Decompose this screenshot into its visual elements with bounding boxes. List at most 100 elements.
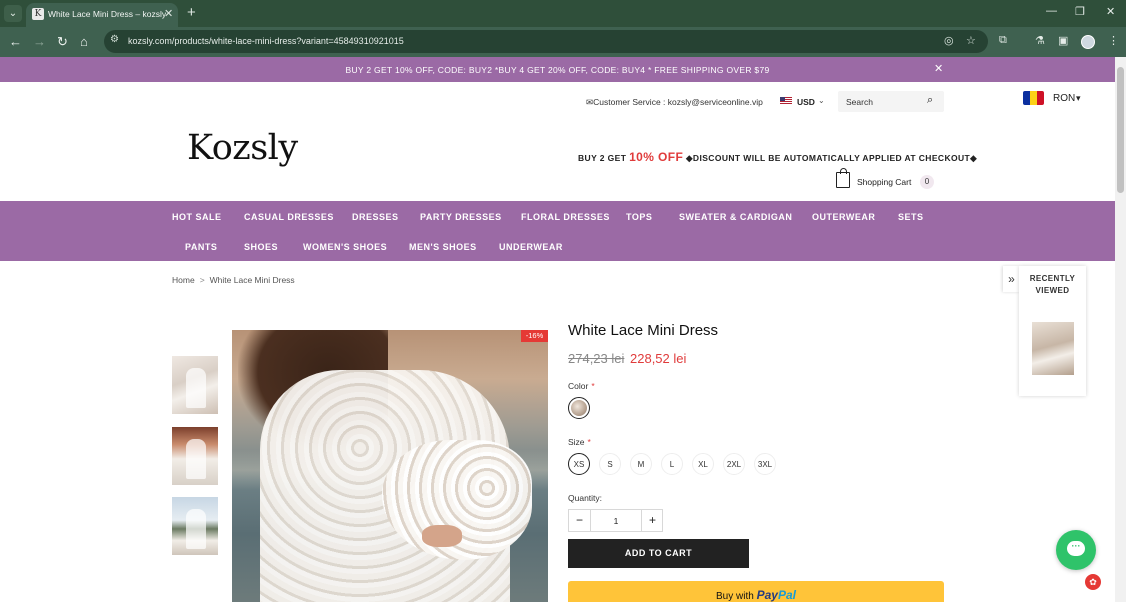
reload-icon[interactable]: ↻ xyxy=(57,34,68,49)
site-info-icon[interactable]: ⚙ xyxy=(110,34,119,45)
cart-count-badge: 0 xyxy=(920,175,934,189)
shopping-bag-icon[interactable] xyxy=(836,168,850,188)
nav-item-underwear[interactable]: UNDERWEAR xyxy=(499,242,563,252)
checkout-note-suffix: ◆DISCOUNT WILL BE AUTOMATICALLY APPLIED … xyxy=(683,153,978,163)
main-product-image[interactable] xyxy=(232,330,548,602)
chat-icon: ··· xyxy=(1067,541,1085,556)
required-mark: * xyxy=(591,381,595,391)
close-tab-icon[interactable]: ✕ xyxy=(164,7,173,20)
sidepanel-icon[interactable]: ▣ xyxy=(1058,34,1068,47)
search-input[interactable] xyxy=(846,95,926,108)
address-bar[interactable]: ⚙ kozsly.com/products/white-lace-mini-dr… xyxy=(104,30,988,53)
nav-item-pants[interactable]: PANTS xyxy=(185,242,217,252)
nav-item-tops[interactable]: TOPS xyxy=(626,212,652,222)
eye-off-icon[interactable]: ◎ xyxy=(944,34,954,47)
url-text[interactable]: kozsly.com/products/white-lace-mini-dres… xyxy=(128,36,404,46)
nav-item-sets[interactable]: SETS xyxy=(898,212,924,222)
new-tab-icon[interactable]: + xyxy=(187,4,196,21)
locale-currency-selector[interactable]: RON xyxy=(1053,93,1075,104)
currency-selector[interactable]: USD xyxy=(797,97,815,107)
extensions-icon[interactable]: ⧉ xyxy=(999,34,1007,47)
checkout-discount-note: BUY 2 GET 10% OFF ◆DISCOUNT WILL BE AUTO… xyxy=(578,150,977,164)
favicon: K xyxy=(32,8,44,20)
site-logo[interactable]: Kozsly xyxy=(187,128,298,168)
nav-item-party-dresses[interactable]: PARTY DRESSES xyxy=(420,212,502,222)
profile-avatar[interactable] xyxy=(1081,35,1095,49)
nav-item-floral-dresses[interactable]: FLORAL DRESSES xyxy=(521,212,610,222)
quantity-label: Quantity: xyxy=(568,493,603,503)
forward-icon[interactable]: → xyxy=(33,34,46,49)
nav-item-hot-sale[interactable]: HOT SALE xyxy=(172,212,222,222)
chevron-down-icon[interactable]: ⌄ xyxy=(818,96,825,105)
scrollbar[interactable] xyxy=(1115,57,1126,602)
checkout-note-highlight: 10% OFF xyxy=(629,150,684,164)
tab-title: White Lace Mini Dress – kozsly xyxy=(48,9,167,19)
close-window-icon[interactable]: ✕ xyxy=(1106,5,1115,18)
nav-item-shoes[interactable]: SHOES xyxy=(244,242,278,252)
customer-service-link[interactable]: ✉Customer Service : kozsly@serviceonline… xyxy=(586,97,763,108)
original-price: 274,23 lei xyxy=(568,351,625,366)
quantity-input[interactable] xyxy=(591,510,641,531)
lab-icon[interactable]: ⚗ xyxy=(1035,34,1045,47)
chat-button[interactable]: ··· xyxy=(1056,530,1096,570)
recently-viewed-title: RECENTLY VIEWED xyxy=(1029,274,1076,295)
minimize-icon[interactable]: — xyxy=(1046,5,1057,17)
double-chevron-right-icon[interactable]: » xyxy=(1003,266,1020,292)
gift-icon[interactable]: ✿ xyxy=(1085,574,1101,590)
promo-bar: BUY 2 GET 10% OFF, CODE: BUY2 *BUY 4 GET… xyxy=(0,57,1115,82)
nav-item-mens-shoes[interactable]: MEN'S SHOES xyxy=(409,242,477,252)
main-navigation: HOT SALE CASUAL DRESSES DRESSES PARTY DR… xyxy=(0,201,1115,261)
size-option-3xl[interactable]: 3XL xyxy=(754,453,776,475)
product-thumbnail[interactable] xyxy=(172,356,218,414)
tab-list-icon[interactable]: ⌄ xyxy=(4,5,22,22)
size-option-xs[interactable]: XS xyxy=(568,453,590,475)
size-option-s[interactable]: S xyxy=(599,453,621,475)
product-thumbnail[interactable] xyxy=(172,427,218,485)
sale-price: 228,52 lei xyxy=(630,351,687,366)
search-icon[interactable]: ⌕ xyxy=(927,94,933,107)
search-box: ⌕ xyxy=(838,91,944,112)
home-icon[interactable]: ⌂ xyxy=(80,34,88,49)
product-thumbnail[interactable] xyxy=(172,497,218,555)
nav-item-womens-shoes[interactable]: WOMEN'S SHOES xyxy=(303,242,387,252)
nav-item-outerwear[interactable]: OUTERWEAR xyxy=(812,212,875,222)
add-to-cart-button[interactable]: ADD TO CART xyxy=(568,539,749,568)
caret-down-icon[interactable]: ▾ xyxy=(1076,93,1081,104)
size-label: Size * xyxy=(568,437,591,447)
browser-toolbar: ← → ↻ ⌂ ⚙ kozsly.com/products/white-lace… xyxy=(0,27,1126,57)
bookmark-star-icon[interactable]: ☆ xyxy=(966,34,976,47)
scrollbar-thumb[interactable] xyxy=(1117,67,1124,193)
breadcrumb-home[interactable]: Home xyxy=(172,275,195,285)
quantity-decrease-button[interactable]: − xyxy=(569,510,591,531)
size-option-m[interactable]: M xyxy=(630,453,652,475)
shopping-cart-link[interactable]: Shopping Cart xyxy=(857,177,911,187)
nav-item-dresses[interactable]: DRESSES xyxy=(352,212,399,222)
browser-tab-bar: ⌄ K White Lace Mini Dress – kozsly ✕ + —… xyxy=(0,0,1126,27)
quantity-stepper: − + xyxy=(568,509,663,532)
nav-item-sweater-cardigan[interactable]: SWEATER & CARDIGAN xyxy=(679,212,792,222)
product-title: White Lace Mini Dress xyxy=(568,322,719,339)
restore-icon[interactable]: ❐ xyxy=(1075,5,1085,18)
size-option-l[interactable]: L xyxy=(661,453,683,475)
back-icon[interactable]: ← xyxy=(9,34,22,49)
paypal-button[interactable]: Buy with PayPal xyxy=(568,581,944,602)
menu-icon[interactable]: ⋮ xyxy=(1108,34,1119,47)
recently-viewed-item[interactable] xyxy=(1032,322,1074,375)
quantity-increase-button[interactable]: + xyxy=(641,510,663,531)
nav-item-casual-dresses[interactable]: CASUAL DRESSES xyxy=(244,212,334,222)
recently-viewed-panel: RECENTLY VIEWED xyxy=(1019,266,1086,396)
size-option-2xl[interactable]: 2XL xyxy=(723,453,745,475)
paypal-logo: PayPal xyxy=(756,588,796,602)
romania-flag-icon[interactable] xyxy=(1023,91,1044,105)
breadcrumb-separator: > xyxy=(199,275,205,285)
size-option-xl[interactable]: XL xyxy=(692,453,714,475)
paypal-prefix: Buy with xyxy=(716,591,754,602)
close-icon[interactable]: ✕ xyxy=(934,62,943,75)
web-page: BUY 2 GET 10% OFF, CODE: BUY2 *BUY 4 GET… xyxy=(0,57,1115,602)
browser-tab[interactable]: K White Lace Mini Dress – kozsly ✕ xyxy=(26,3,178,27)
breadcrumb: Home > White Lace Mini Dress xyxy=(172,275,295,285)
color-swatch[interactable] xyxy=(568,397,590,419)
checkout-note-prefix: BUY 2 GET xyxy=(578,153,630,163)
color-label: Color * xyxy=(568,381,595,391)
promo-text: BUY 2 GET 10% OFF, CODE: BUY2 *BUY 4 GET… xyxy=(345,65,770,75)
